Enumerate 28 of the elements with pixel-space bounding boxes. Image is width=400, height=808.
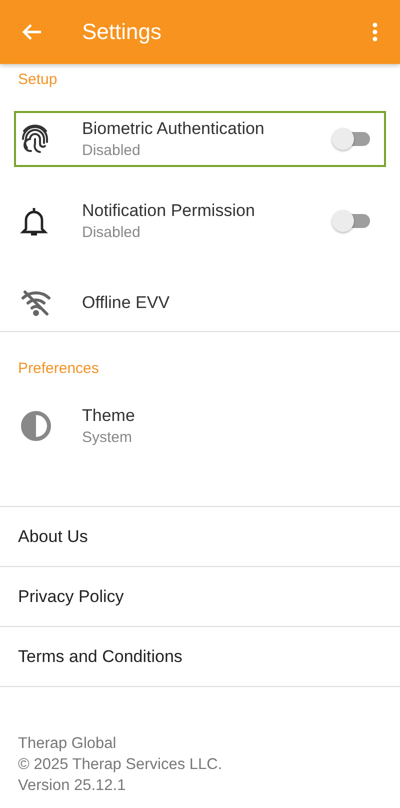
wifi-off-icon (20, 289, 52, 317)
item-title: Theme (82, 406, 136, 426)
item-title: Biometric Authentication (82, 119, 266, 139)
footer-text: © 2025 Therap Services LLC. (18, 755, 224, 775)
screen-title: Settings (82, 19, 162, 45)
bell-icon (20, 205, 48, 237)
toggle-switch[interactable] (332, 127, 372, 151)
menu-link[interactable]: About Us (0, 507, 400, 566)
settings-item[interactable]: Biometric Authentication Disabled (14, 111, 386, 167)
item-subtitle: Disabled (82, 142, 142, 159)
item-subtitle: Disabled (82, 224, 142, 241)
footer-text: Therap Global (18, 734, 118, 754)
item-title: Notification Permission (82, 201, 256, 221)
settings-item[interactable]: Notification Permission Disabled (14, 193, 386, 249)
back-button[interactable] (22, 23, 42, 41)
footer-text: Version 25.12.1 (18, 776, 127, 796)
item-subtitle: System (82, 429, 134, 446)
contrast-icon (20, 410, 52, 442)
menu-link[interactable]: Terms and Conditions (0, 627, 400, 686)
section-heading: Preferences (17, 359, 100, 379)
settings-item[interactable]: Offline EVV (14, 275, 386, 331)
menu-link[interactable]: Privacy Policy (0, 567, 400, 626)
toggle-switch[interactable] (332, 209, 372, 233)
settings-item[interactable]: Theme System (14, 398, 386, 454)
item-title: Offline EVV (82, 293, 171, 313)
section-heading: Setup (17, 70, 58, 90)
more-options-button[interactable] (372, 22, 378, 42)
fingerprint-icon (20, 123, 50, 155)
